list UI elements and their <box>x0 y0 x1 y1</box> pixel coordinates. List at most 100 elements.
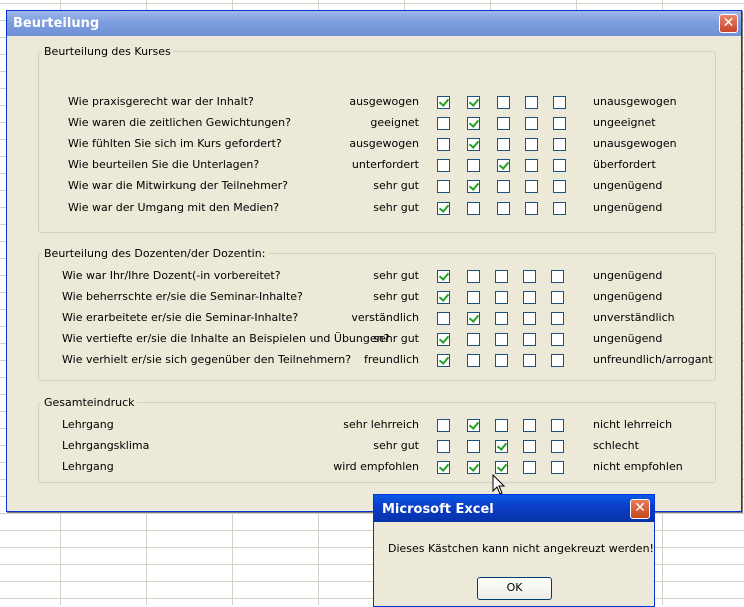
rating-checkbox[interactable] <box>497 202 510 215</box>
rating-checkbox[interactable] <box>553 117 566 130</box>
rating-checkbox[interactable] <box>525 96 538 109</box>
question-label: Lehrgang <box>62 460 114 473</box>
rating-checkbox[interactable] <box>467 159 480 172</box>
rating-checkbox[interactable] <box>553 202 566 215</box>
mouse-pointer-icon <box>492 474 506 495</box>
rating-checkbox[interactable] <box>525 180 538 193</box>
rating-checkbox[interactable] <box>467 96 480 109</box>
rating-checkbox[interactable] <box>495 419 508 432</box>
scale-right-label: unausgewogen <box>593 95 677 108</box>
rating-checkbox[interactable] <box>437 440 450 453</box>
rating-checkbox[interactable] <box>495 291 508 304</box>
rating-row: Lehrgangsklima sehr gut schlecht <box>39 436 715 456</box>
scale-left-label: ausgewogen <box>349 95 419 108</box>
rating-checkbox[interactable] <box>553 138 566 151</box>
rating-checkbox[interactable] <box>495 333 508 346</box>
question-label: Lehrgangsklima <box>62 439 150 452</box>
rating-checkbox[interactable] <box>551 270 564 283</box>
rating-checkbox[interactable] <box>497 159 510 172</box>
question-label: Wie vertiefte er/sie die Inhalte an Beis… <box>62 332 390 345</box>
rating-checkbox[interactable] <box>437 180 450 193</box>
rating-checkbox[interactable] <box>523 440 536 453</box>
rating-checkbox[interactable] <box>553 180 566 193</box>
rating-checkbox[interactable] <box>551 354 564 367</box>
rating-checkbox[interactable] <box>437 138 450 151</box>
rating-checkbox[interactable] <box>437 270 450 283</box>
rating-checkbox[interactable] <box>523 270 536 283</box>
rating-checkbox[interactable] <box>437 96 450 109</box>
rating-checkbox[interactable] <box>437 461 450 474</box>
rating-checkbox[interactable] <box>525 138 538 151</box>
scale-right-label: unausgewogen <box>593 137 677 150</box>
dialog-title: Beurteilung <box>13 16 100 31</box>
scale-right-label: unfreundlich/arrogant <box>593 353 713 366</box>
rating-checkbox[interactable] <box>467 354 480 367</box>
rating-checkbox[interactable] <box>523 312 536 325</box>
rating-checkbox[interactable] <box>497 180 510 193</box>
rating-row: Wie war die Mitwirkung der Teilnehmer? se… <box>39 176 715 196</box>
rating-row: Wie war Ihr/Ihre Dozent(-in vorbereitet?… <box>39 266 715 286</box>
rating-checkbox[interactable] <box>523 354 536 367</box>
ok-button[interactable]: OK <box>477 577 552 600</box>
rating-checkbox[interactable] <box>525 202 538 215</box>
rating-checkbox[interactable] <box>553 159 566 172</box>
rating-checkbox[interactable] <box>467 117 480 130</box>
rating-checkbox[interactable] <box>497 117 510 130</box>
rating-checkbox[interactable] <box>495 312 508 325</box>
dialog-titlebar[interactable]: Beurteilung ✕ <box>7 11 741 36</box>
excel-message-box: Microsoft Excel ✕ Dieses Kästchen kann n… <box>373 494 655 607</box>
rating-checkbox[interactable] <box>495 461 508 474</box>
rating-checkbox[interactable] <box>467 138 480 151</box>
rating-checkbox[interactable] <box>467 270 480 283</box>
rating-checkbox[interactable] <box>467 419 480 432</box>
rating-checkbox[interactable] <box>495 270 508 283</box>
scale-right-label: unverständlich <box>593 311 675 324</box>
rating-checkbox[interactable] <box>467 202 480 215</box>
rating-checkbox[interactable] <box>497 138 510 151</box>
rating-checkbox[interactable] <box>495 440 508 453</box>
rating-checkbox[interactable] <box>551 461 564 474</box>
rating-checkbox[interactable] <box>551 440 564 453</box>
rating-checkbox[interactable] <box>437 333 450 346</box>
scale-left-label: geeignet <box>370 116 419 129</box>
rating-checkbox[interactable] <box>551 291 564 304</box>
scale-left-label: sehr gut <box>373 201 419 214</box>
rating-checkbox[interactable] <box>437 202 450 215</box>
rating-checkbox[interactable] <box>551 419 564 432</box>
rating-checkbox[interactable] <box>523 333 536 346</box>
rating-checkbox[interactable] <box>437 354 450 367</box>
message-box-close-button[interactable]: ✕ <box>630 499 650 519</box>
rating-checkbox[interactable] <box>467 440 480 453</box>
rating-checkbox[interactable] <box>523 461 536 474</box>
rating-checkbox[interactable] <box>525 159 538 172</box>
rating-checkbox[interactable] <box>467 312 480 325</box>
rating-checkbox[interactable] <box>437 117 450 130</box>
scale-right-label: überfordert <box>593 158 656 171</box>
rating-checkbox[interactable] <box>497 96 510 109</box>
rating-checkbox[interactable] <box>551 312 564 325</box>
rating-checkbox[interactable] <box>437 291 450 304</box>
dialog-close-button[interactable]: ✕ <box>719 14 738 33</box>
rating-checkbox[interactable] <box>437 159 450 172</box>
scale-right-label: ungenügend <box>593 290 663 303</box>
rating-checkbox[interactable] <box>553 96 566 109</box>
scale-right-label: ungenügend <box>593 201 663 214</box>
group-kurs-legend: Beurteilung des Kurses <box>44 45 171 58</box>
scale-right-label: ungenügend <box>593 269 663 282</box>
question-label: Wie beherrschte er/sie die Seminar-Inhal… <box>62 290 303 303</box>
scale-left-label: sehr gut <box>373 332 419 345</box>
rating-checkbox[interactable] <box>523 419 536 432</box>
rating-checkbox[interactable] <box>437 419 450 432</box>
rating-checkbox[interactable] <box>523 291 536 304</box>
rating-checkbox[interactable] <box>437 312 450 325</box>
scale-right-label: schlecht <box>593 439 639 452</box>
rating-checkbox[interactable] <box>467 461 480 474</box>
message-box-titlebar[interactable]: Microsoft Excel ✕ <box>374 495 654 522</box>
rating-checkbox[interactable] <box>525 117 538 130</box>
rating-checkbox[interactable] <box>467 291 480 304</box>
rating-checkbox[interactable] <box>467 180 480 193</box>
rating-checkbox[interactable] <box>551 333 564 346</box>
rating-checkbox[interactable] <box>467 333 480 346</box>
beurteilung-dialog: Beurteilung ✕ Beurteilung des Kurses Wie… <box>6 10 742 512</box>
rating-checkbox[interactable] <box>495 354 508 367</box>
